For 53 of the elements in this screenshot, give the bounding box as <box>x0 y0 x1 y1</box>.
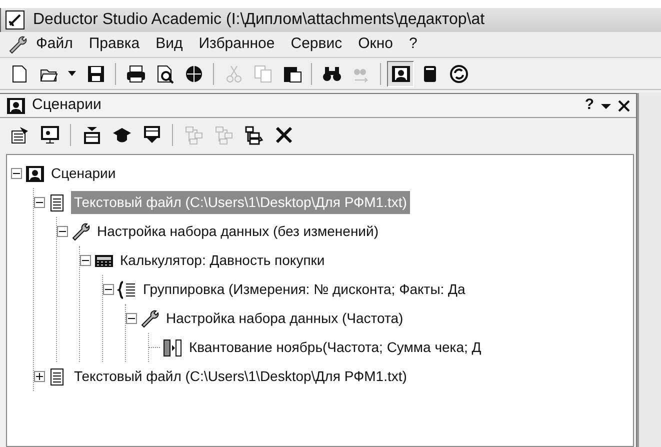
menu-item[interactable]: Вид <box>148 33 191 56</box>
collapse-button[interactable] <box>57 226 68 237</box>
import-icon <box>82 125 102 145</box>
app-icon <box>5 10 25 30</box>
printer-icon <box>126 64 146 84</box>
preview-icon <box>154 64 174 84</box>
toolbar-button[interactable] <box>387 60 414 86</box>
globe-icon <box>184 64 204 84</box>
tree-item[interactable]: Группировка (Измерения: № дисконта; Факты: Да <box>140 278 468 301</box>
tree-icon <box>244 125 264 145</box>
plus-icon <box>35 372 44 381</box>
menu-item[interactable]: ? <box>400 33 426 56</box>
export-icon <box>142 125 162 145</box>
properties-icon <box>10 125 30 145</box>
caret-icon <box>68 71 76 76</box>
film-icon <box>25 164 45 184</box>
screen-icon <box>40 125 60 145</box>
menu-item[interactable]: Избранное <box>190 33 283 56</box>
collapse-button[interactable] <box>11 168 22 179</box>
grouping-icon <box>117 280 137 300</box>
collapse-button[interactable] <box>34 197 45 208</box>
refresh-icon <box>448 64 468 84</box>
panel-title: Сценарии <box>32 95 102 116</box>
film-icon <box>390 64 410 84</box>
menu-item[interactable]: Файл <box>28 33 81 56</box>
scissors-icon <box>224 64 244 84</box>
expand-button[interactable] <box>34 371 45 382</box>
tree-icon <box>214 125 234 145</box>
menu-item[interactable]: Правка <box>80 33 148 56</box>
menu-item[interactable]: Сервис <box>282 33 350 56</box>
save-icon <box>86 64 106 84</box>
file-icon <box>10 64 30 84</box>
help-button[interactable]: ? <box>584 94 594 117</box>
collapse-button[interactable] <box>126 313 137 324</box>
delete-icon <box>274 125 294 145</box>
tree-item[interactable]: Калькулятор: Давность покупки <box>117 249 328 272</box>
menu-item[interactable]: Окно <box>350 33 401 56</box>
wrench-icon <box>71 222 91 242</box>
copy-icon <box>252 64 272 84</box>
collapse-button[interactable] <box>103 284 114 295</box>
graduation-cap-icon <box>112 125 132 145</box>
close-icon <box>618 100 630 112</box>
tree-item[interactable]: Квантование ноябрь(Частота; Сумма чека; Д <box>186 336 484 359</box>
wrench-icon <box>8 34 28 54</box>
tree-item[interactable]: Настройка набора данных (без изменений) <box>94 220 382 243</box>
tree-item[interactable]: Сценарии <box>48 162 119 185</box>
window-title: Deductor Studio Academic (I:\Диплом\attachments\дедактор\at <box>33 10 485 30</box>
collapse-button[interactable] <box>80 255 91 266</box>
quantization-icon <box>163 338 183 358</box>
wrench-icon <box>140 308 160 328</box>
tree-item[interactable]: Текстовый файл (C:\Users\1\Desktop\Для РФМ1.txt) <box>71 365 410 388</box>
tree-icon <box>184 125 204 145</box>
tree-item[interactable]: Настройка набора данных (Частота) <box>163 307 406 330</box>
